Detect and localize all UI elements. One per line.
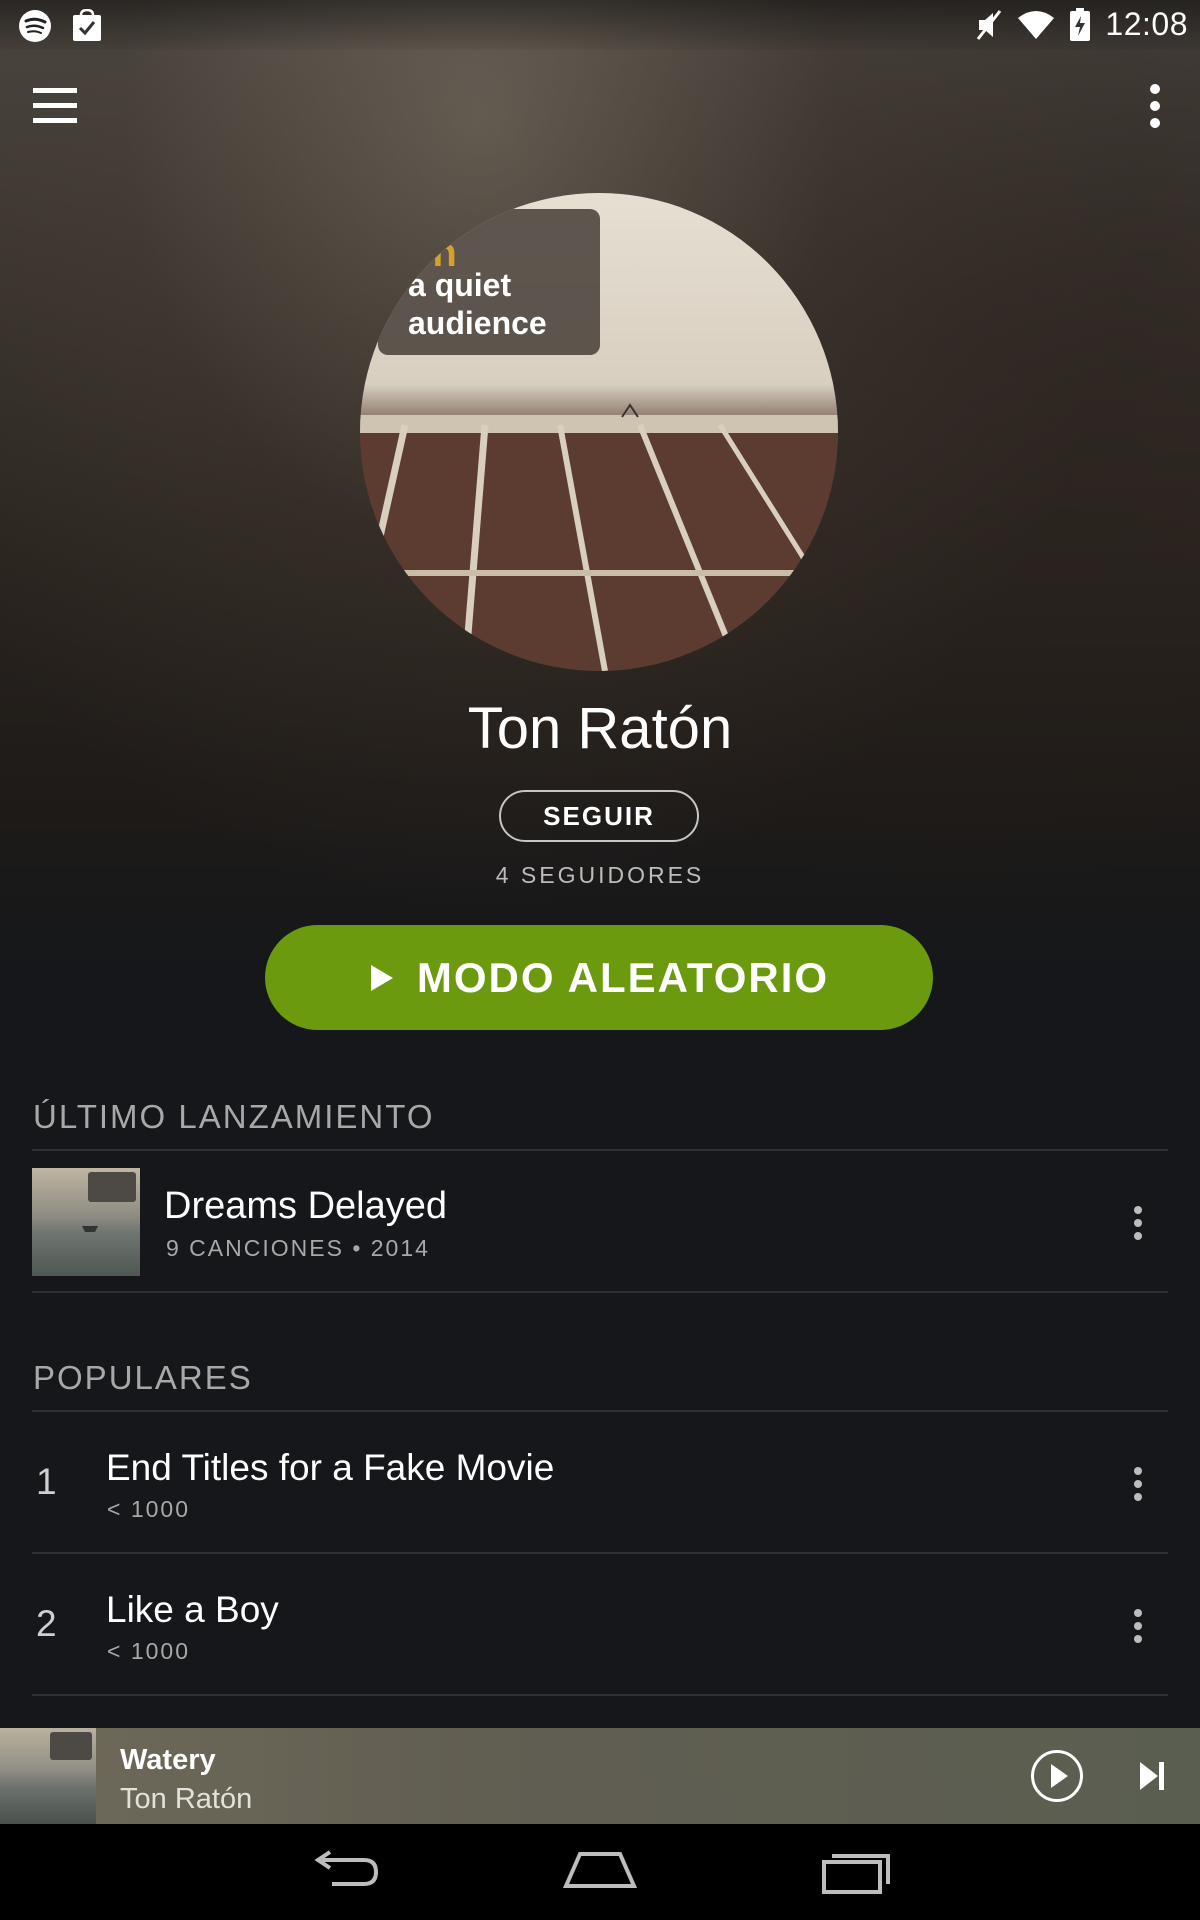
divider — [32, 1694, 1168, 1696]
now-playing-artist: Ton Ratón — [120, 1783, 253, 1815]
popular-heading: POPULARES — [33, 1359, 253, 1396]
album-cover — [32, 1168, 140, 1276]
divider — [32, 1552, 1168, 1554]
status-bar: 12:08 — [0, 0, 1200, 50]
artist-name: Ton Ratón — [467, 696, 733, 761]
shuffle-play-button[interactable]: MODO ALEATORIO — [265, 925, 933, 1030]
cover-text: a quiet — [408, 267, 512, 303]
play-circle-icon[interactable] — [1030, 1749, 1084, 1803]
play-icon — [369, 963, 395, 993]
spotify-icon — [18, 9, 52, 43]
now-playing-bar[interactable]: Watery Ton Ratón — [0, 1728, 1200, 1824]
more-vertical-icon[interactable] — [1128, 1606, 1148, 1646]
track-number: 1 — [36, 1461, 57, 1502]
more-vertical-icon[interactable] — [1128, 1464, 1148, 1504]
latest-release-heading: ÚLTIMO LANZAMIENTO — [33, 1098, 435, 1135]
track-title: Like a Boy — [106, 1589, 279, 1630]
checkbox-bag-icon — [70, 9, 104, 43]
cover-label: on a quiet audience — [378, 209, 600, 355]
shuffle-play-label: MODO ALEATORIO — [416, 953, 830, 1001]
followers-count: 4 SEGUIDORES — [495, 862, 705, 888]
battery-charging-icon — [1069, 7, 1091, 42]
release-title: Dreams Delayed — [164, 1185, 447, 1227]
wifi-icon — [1017, 10, 1055, 40]
clock: 12:08 — [1105, 6, 1188, 42]
track-plays: < 1000 — [107, 1496, 190, 1522]
skip-next-icon[interactable] — [1138, 1759, 1166, 1793]
release-meta: 9 CANCIONES • 2014 — [166, 1235, 430, 1261]
home-icon[interactable] — [562, 1846, 638, 1894]
hamburger-menu-icon[interactable] — [32, 82, 80, 130]
now-playing-title: Watery — [120, 1744, 216, 1776]
more-vertical-icon[interactable] — [1140, 80, 1170, 132]
back-icon[interactable] — [308, 1846, 380, 1894]
track-plays: < 1000 — [107, 1638, 190, 1664]
divider — [32, 1291, 1168, 1293]
more-vertical-icon[interactable] — [1128, 1203, 1148, 1243]
cover-text: audience — [408, 305, 547, 341]
artist-image: on a quiet audience — [360, 193, 838, 671]
follow-button[interactable]: SEGUIR — [499, 790, 699, 842]
mute-icon — [975, 8, 1003, 42]
divider — [32, 1410, 1168, 1412]
album-cover-label — [50, 1732, 92, 1760]
divider — [32, 1149, 1168, 1151]
system-navigation-bar — [0, 1824, 1200, 1920]
recent-apps-icon[interactable] — [820, 1844, 892, 1896]
now-playing-cover — [0, 1728, 96, 1824]
track-number: 2 — [36, 1603, 57, 1644]
track-title: End Titles for a Fake Movie — [106, 1447, 555, 1488]
